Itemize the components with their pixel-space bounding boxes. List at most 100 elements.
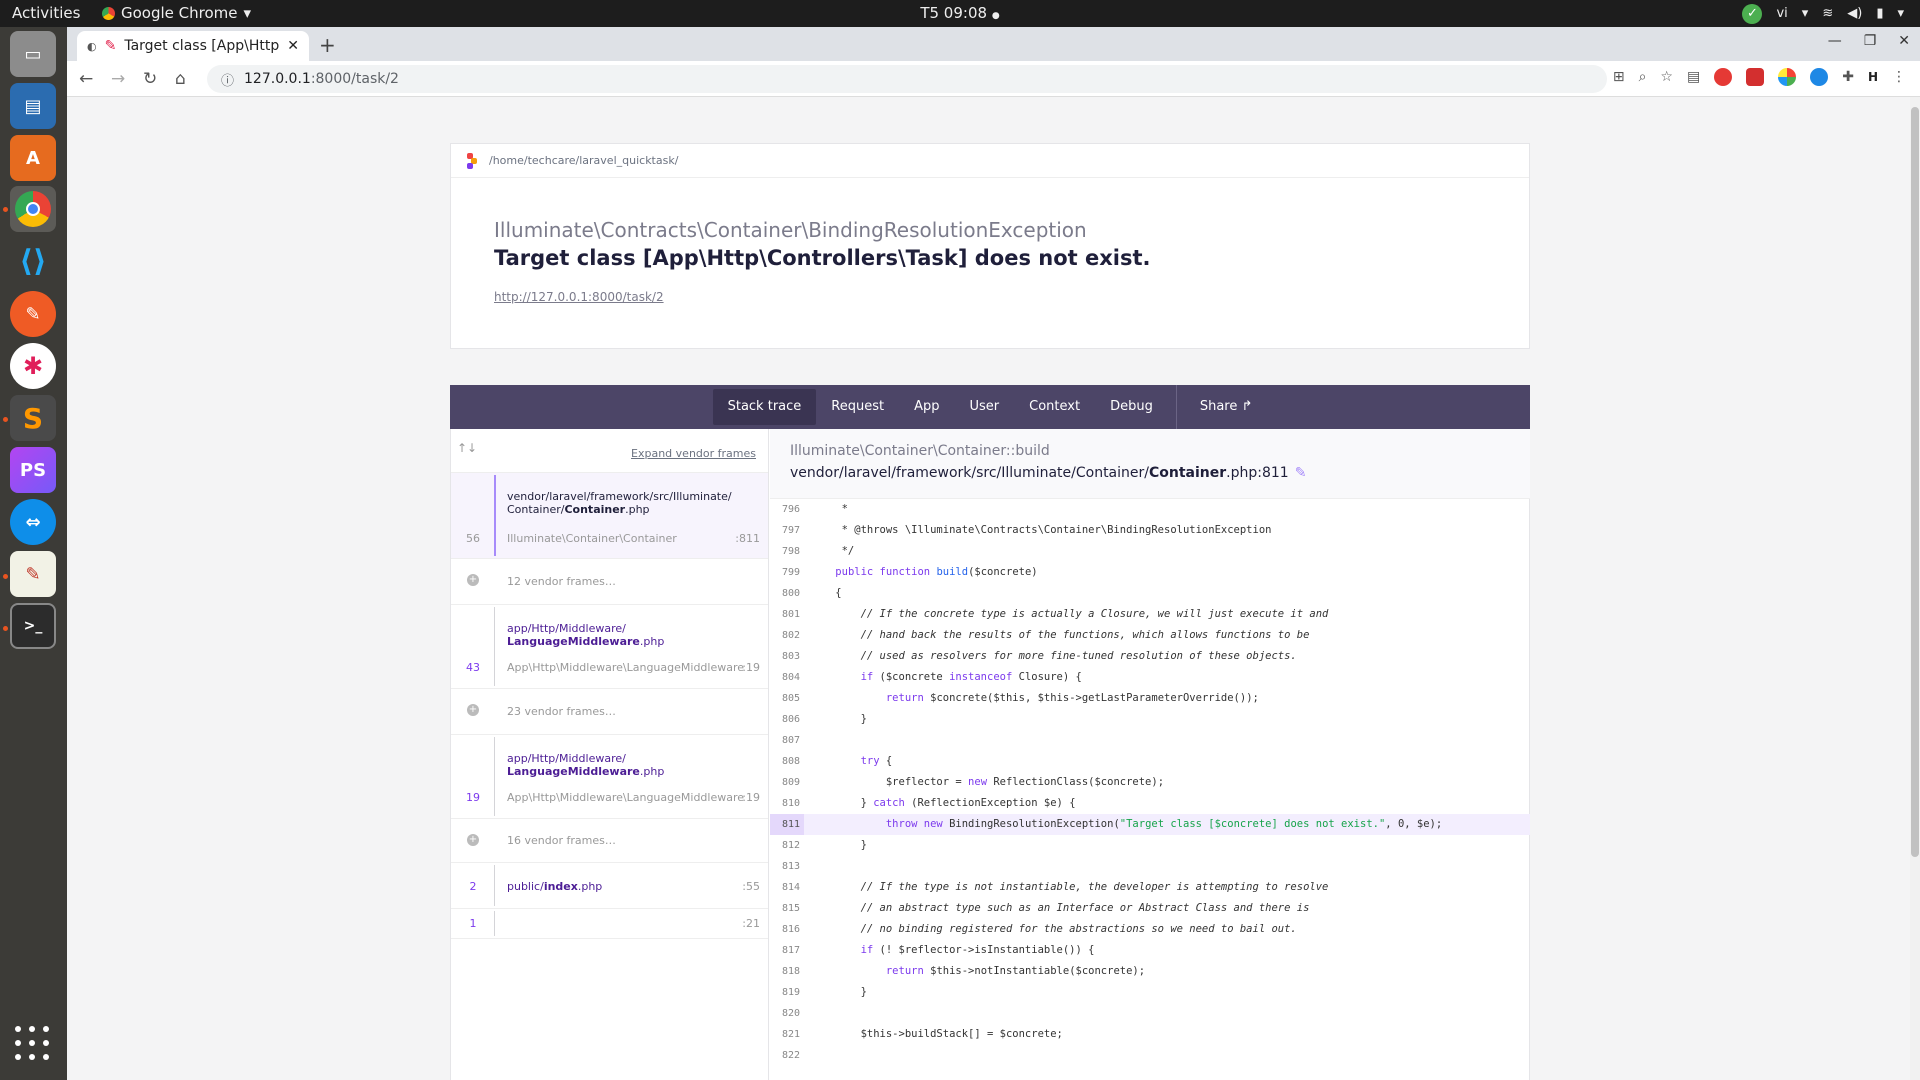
frame-line: :19 <box>742 791 760 804</box>
phpstorm-icon[interactable]: PS <box>10 447 56 493</box>
code-line: 801 // If the concrete type is actually … <box>781 608 1329 620</box>
url-path: :8000/task/2 <box>310 71 399 87</box>
running-indicator <box>3 574 8 579</box>
frame-file: app/Http/Middleware/LanguageMiddleware.p… <box>507 622 665 648</box>
plus-icon: + <box>467 574 479 586</box>
postman-icon[interactable]: ✎ <box>10 291 56 337</box>
stack-frame[interactable]: app/Http/Middleware/LanguageMiddleware.p… <box>451 605 768 689</box>
translate-icon[interactable]: ⊞ <box>1613 69 1625 85</box>
vendor-frames-group[interactable]: + 12 vendor frames… <box>451 559 768 605</box>
page-scrollbar[interactable] <box>1910 97 1920 1080</box>
tab-user[interactable]: User <box>955 389 1015 425</box>
volume-icon: ◀) <box>1847 6 1863 21</box>
vscode-icon[interactable]: ⟨⟩ <box>10 238 56 284</box>
bookmark-star-icon[interactable]: ☆ <box>1660 69 1673 85</box>
system-tray[interactable]: ✓ vi ▾ ≋ ◀) ▮ ▾ <box>1742 2 1904 25</box>
tab-stack-trace[interactable]: Stack trace <box>712 389 817 425</box>
megaphone-icon[interactable] <box>1746 68 1765 86</box>
favicon-icon: ✎ <box>104 38 117 54</box>
exception-header: /home/techcare/laravel_quicktask/ Illumi… <box>450 143 1530 349</box>
files-icon[interactable]: ▭ <box>10 31 56 77</box>
tab-strip: ◐ ✎ Target class [App\Http ✕ + — ❐ ✕ <box>67 27 1920 61</box>
adblock-icon[interactable] <box>1714 68 1733 86</box>
input-language[interactable]: vi <box>1776 6 1787 21</box>
home-icon[interactable]: ⌂ <box>175 69 186 89</box>
pencil-icon[interactable]: ✎ <box>1295 465 1307 481</box>
chat-icon[interactable] <box>1810 68 1829 86</box>
tab-debug[interactable]: Debug <box>1095 389 1168 425</box>
frames-list: ↑↓ Expand vendor frames vendor/laravel/f… <box>451 429 769 1080</box>
scrollbar-thumb[interactable] <box>1911 107 1919 857</box>
code-line: 819 } <box>781 986 867 998</box>
vendor-frames-group[interactable]: + 23 vendor frames… <box>451 689 768 735</box>
frame-line: :19 <box>742 661 760 674</box>
terminal-icon[interactable]: >_ <box>10 603 56 649</box>
show-applications-icon[interactable] <box>15 1026 51 1062</box>
frame-line: :21 <box>742 917 760 930</box>
tab-app[interactable]: App <box>899 389 954 425</box>
sublime-icon[interactable]: S <box>10 395 56 441</box>
new-tab-button[interactable]: + <box>319 33 336 57</box>
tab-title: Target class [App\Http <box>124 38 280 54</box>
frame-number: 1 <box>469 917 477 930</box>
code-line: 803 // used as resolvers for more fine-t… <box>781 650 1297 662</box>
running-indicator <box>3 626 8 631</box>
clock[interactable]: T5 09:08 ● <box>0 4 1920 22</box>
extensions-puzzle-icon[interactable]: ✚ <box>1842 69 1854 85</box>
vendor-frames-label: 16 vendor frames… <box>507 834 616 847</box>
battery-icon: ▮ <box>1876 6 1884 21</box>
frame-class: Illuminate\Container\Container <box>507 532 677 545</box>
frame-class: App\Http\Middleware\LanguageMiddleware <box>507 661 745 674</box>
up-down-arrows-icon[interactable]: ↑↓ <box>457 441 477 455</box>
code-line: 804 if ($concrete instanceof Closure) { <box>781 671 1082 683</box>
writer-icon[interactable]: ▤ <box>10 83 56 129</box>
chrome-icon[interactable] <box>10 186 56 232</box>
back-icon[interactable]: ← <box>79 69 93 89</box>
code-line: 822 <box>781 1050 800 1061</box>
code-line: 815 // an abstract type such as an Inter… <box>781 902 1310 914</box>
code-line: 800 { <box>781 587 842 599</box>
frame-bar <box>494 607 495 686</box>
exception-message: Target class [App\Http\Controllers\Task]… <box>494 246 1151 270</box>
frame-file: app/Http/Middleware/LanguageMiddleware.p… <box>507 752 665 778</box>
code-line: 821 $this->buildStack[] = $concrete; <box>781 1028 1063 1040</box>
code-line: 813 <box>781 861 800 872</box>
vendor-frames-group[interactable]: + 16 vendor frames… <box>451 819 768 863</box>
address-bar[interactable]: ⓘ 127.0.0.1:8000/task/2 <box>207 65 1607 93</box>
info-icon[interactable]: ⓘ <box>221 70 234 89</box>
tab-request[interactable]: Request <box>816 389 899 425</box>
path-bar: /home/techcare/laravel_quicktask/ <box>451 144 1529 178</box>
code-file-path: vendor/laravel/framework/src/Illuminate/… <box>790 465 1307 481</box>
expand-vendor-frames-button[interactable]: Expand vendor frames <box>631 447 756 460</box>
minimize-icon[interactable]: — <box>1828 33 1842 49</box>
text-editor-icon[interactable]: ✎ <box>10 551 56 597</box>
reading-list-icon[interactable]: ▤ <box>1687 69 1700 85</box>
tab-context[interactable]: Context <box>1014 389 1095 425</box>
reload-icon[interactable]: ↻ <box>143 69 157 89</box>
close-window-icon[interactable]: ✕ <box>1898 33 1910 49</box>
profile-icon[interactable]: H <box>1868 70 1878 84</box>
forward-icon[interactable]: → <box>111 69 125 89</box>
code-method: Illuminate\Container\Container::build <box>790 443 1050 459</box>
software-center-icon[interactable]: A <box>10 135 56 181</box>
menu-icon[interactable]: ⋮ <box>1892 69 1906 85</box>
close-icon[interactable]: ✕ <box>287 38 299 54</box>
request-url-link[interactable]: http://127.0.0.1:8000/task/2 <box>494 290 664 304</box>
code-viewer: 796 * 797 * @throws \Illuminate\Contract… <box>770 499 1530 1080</box>
restore-icon[interactable]: ❐ <box>1864 33 1877 49</box>
browser-tab[interactable]: ◐ ✎ Target class [App\Http ✕ <box>77 31 309 61</box>
teamviewer-icon[interactable]: ⇔ <box>10 499 56 545</box>
code-line: 807 <box>781 735 800 746</box>
vendor-frames-label: 12 vendor frames… <box>507 575 616 588</box>
zoom-icon[interactable]: ⌕ <box>1639 69 1647 85</box>
share-button[interactable]: Share ↱ <box>1185 389 1268 425</box>
slack-icon[interactable]: ✱ <box>10 343 56 389</box>
stack-frame[interactable]: vendor/laravel/framework/src/Illuminate/… <box>451 473 768 559</box>
stack-frame[interactable]: public/index.php 2 :55 <box>451 863 768 909</box>
dock: ▭ ▤ A ⟨⟩ ✎ ✱ S PS ⇔ ✎ >_ <box>0 27 67 1080</box>
vendor-frames-label: 23 vendor frames… <box>507 705 616 718</box>
stack-frame[interactable]: 1 :21 <box>451 909 768 939</box>
stack-frame[interactable]: app/Http/Middleware/LanguageMiddleware.p… <box>451 735 768 819</box>
color-picker-icon[interactable] <box>1778 68 1797 86</box>
frame-file: vendor/laravel/framework/src/Illuminate/… <box>507 490 732 516</box>
